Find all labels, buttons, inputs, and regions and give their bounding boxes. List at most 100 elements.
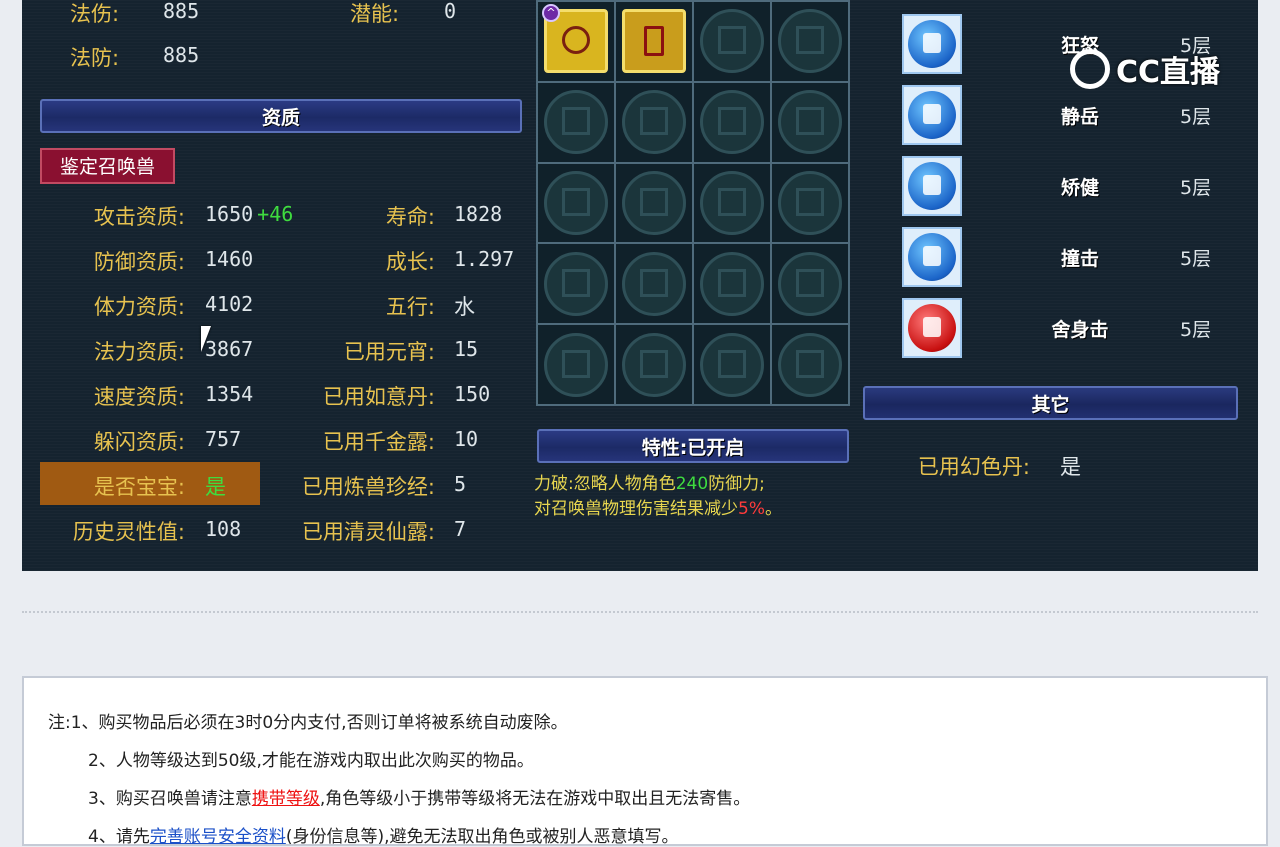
carry-level-link[interactable]: 携带等级 bbox=[252, 789, 320, 809]
spirit-history-label: 历史灵性值: bbox=[72, 520, 185, 544]
empty-skill-slot bbox=[694, 2, 770, 81]
empty-slot-icon bbox=[544, 170, 608, 235]
buff-level: 5层 bbox=[1180, 177, 1212, 199]
defense-aptitude-value: 1460 bbox=[205, 247, 254, 271]
empty-skill-slot bbox=[772, 325, 848, 404]
empty-slot-icon bbox=[544, 90, 608, 155]
speed-aptitude-value: 1354 bbox=[205, 382, 254, 406]
potential-value: 0 bbox=[444, 0, 457, 23]
empty-skill-slot bbox=[694, 244, 770, 324]
trait-description: 力破:忽略人物角色240防御力; 对召唤兽物理伤害结果减少5%。 bbox=[534, 474, 782, 519]
empty-slot-icon bbox=[622, 90, 686, 155]
used-lianshou-label: 已用炼兽珍经: bbox=[301, 475, 435, 499]
used-yuanxiao-value: 15 bbox=[454, 337, 479, 361]
empty-skill-slot bbox=[772, 163, 848, 243]
skill-slot[interactable] bbox=[616, 2, 692, 81]
notice-line-1: 注:1、购买物品后必须在3时0分内支付,否则订单将被系统自动废除。 bbox=[48, 713, 568, 733]
lifespan-label: 寿命: bbox=[385, 205, 435, 229]
dodge-aptitude-value: 757 bbox=[205, 427, 242, 451]
notice-line-2: 2、人物等级达到50级,才能在游戏内取出此次购买的物品。 bbox=[88, 751, 534, 771]
skill-grid: ^ bbox=[536, 0, 850, 406]
still-mountain-icon bbox=[902, 85, 962, 145]
buff-row: 撞击 5层 bbox=[900, 227, 1220, 289]
buff-name: 舍身击 bbox=[1051, 319, 1109, 341]
empty-slot-icon bbox=[622, 332, 686, 397]
appraise-pet-button[interactable]: 鉴定召唤兽 bbox=[40, 148, 175, 184]
attack-aptitude-value: 1650 +46 bbox=[205, 202, 294, 226]
growth-value: 1.297 bbox=[454, 247, 515, 271]
empty-skill-slot bbox=[694, 82, 770, 162]
used-lianshou-value: 5 bbox=[454, 472, 467, 496]
used-huansedan-value: 是 bbox=[1060, 455, 1081, 479]
mana-aptitude-label: 法力资质: bbox=[93, 340, 185, 364]
empty-slot-icon bbox=[778, 251, 842, 316]
buff-name: 静岳 bbox=[1060, 106, 1099, 128]
defense-aptitude-label: 防御资质: bbox=[93, 250, 185, 274]
empty-slot-icon bbox=[622, 170, 686, 235]
magic-damage-label: 法伤: bbox=[70, 2, 120, 26]
empty-slot-icon bbox=[700, 170, 764, 235]
cc-live-logo: CC直播 bbox=[1070, 46, 1220, 92]
growth-label: 成长: bbox=[385, 250, 435, 274]
empty-slot-icon bbox=[700, 90, 764, 155]
is-baby-label: 是否宝宝: bbox=[93, 475, 185, 499]
hp-aptitude-value: 4102 bbox=[205, 292, 254, 316]
used-ruyidan-value: 150 bbox=[454, 382, 491, 406]
magic-damage-value: 885 bbox=[163, 0, 200, 23]
empty-slot-icon bbox=[778, 170, 842, 235]
empty-skill-slot bbox=[616, 244, 692, 324]
buff-level: 5层 bbox=[1180, 248, 1212, 270]
empty-slot-icon bbox=[544, 251, 608, 316]
buff-level: 5层 bbox=[1180, 106, 1212, 128]
used-qingling-value: 7 bbox=[454, 517, 467, 541]
cc-logo-icon bbox=[1070, 49, 1110, 89]
empty-slot-icon bbox=[700, 251, 764, 316]
empty-skill-slot bbox=[772, 244, 848, 324]
spirit-history-value: 108 bbox=[205, 517, 242, 541]
rage-icon bbox=[902, 14, 962, 74]
empty-slot-icon bbox=[778, 90, 842, 155]
mouse-cursor-icon bbox=[201, 326, 221, 352]
skill-slot[interactable]: ^ bbox=[538, 2, 614, 81]
used-yuanxiao-label: 已用元宵: bbox=[343, 340, 435, 364]
used-qianjinlu-value: 10 bbox=[454, 427, 479, 451]
lifespan-value: 1828 bbox=[454, 202, 503, 226]
buff-row: 舍身击 5层 bbox=[900, 298, 1220, 360]
potential-label: 潜能: bbox=[350, 2, 400, 26]
dodge-aptitude-label: 躲闪资质: bbox=[93, 430, 185, 454]
empty-skill-slot bbox=[616, 163, 692, 243]
empty-slot-icon bbox=[700, 9, 764, 74]
magic-defense-label: 法防: bbox=[70, 46, 120, 70]
empty-skill-slot bbox=[538, 82, 614, 162]
empty-skill-slot bbox=[772, 82, 848, 162]
empty-skill-slot bbox=[538, 163, 614, 243]
used-qingling-label: 已用清灵仙露: bbox=[301, 520, 435, 544]
buff-level: 5层 bbox=[1180, 319, 1212, 341]
attack-aptitude-label: 攻击资质: bbox=[93, 205, 185, 229]
account-security-link[interactable]: 完善账号安全资料 bbox=[150, 827, 286, 847]
is-baby-value: 是 bbox=[205, 475, 226, 499]
empty-slot-icon bbox=[700, 332, 764, 397]
strike-icon bbox=[902, 227, 962, 287]
empty-slot-icon bbox=[778, 9, 842, 74]
empty-skill-slot bbox=[772, 2, 848, 81]
notice-line-3: 3、购买召唤兽请注意携带等级,角色等级小于携带等级将无法在游戏中取出且无法寄售。 bbox=[88, 789, 751, 809]
buff-name: 撞击 bbox=[1060, 248, 1099, 270]
empty-skill-slot bbox=[616, 325, 692, 404]
empty-slot-icon bbox=[778, 332, 842, 397]
sacrifice-strike-icon bbox=[902, 298, 962, 358]
trait-section-header: 特性:已开启 bbox=[537, 429, 849, 463]
empty-skill-slot bbox=[694, 163, 770, 243]
empty-skill-slot bbox=[538, 325, 614, 404]
empty-skill-slot bbox=[616, 82, 692, 162]
aptitude-section-header: 资质 bbox=[40, 99, 522, 133]
hp-aptitude-label: 体力资质: bbox=[93, 295, 185, 319]
skill-strike-icon bbox=[622, 9, 686, 74]
used-huansedan-label: 已用幻色丹: bbox=[917, 455, 1030, 479]
magic-defense-value: 885 bbox=[163, 43, 200, 67]
buff-row: 矫健 5层 bbox=[900, 156, 1220, 218]
speed-aptitude-label: 速度资质: bbox=[93, 385, 185, 409]
empty-skill-slot bbox=[538, 244, 614, 324]
divider bbox=[22, 611, 1258, 613]
agile-icon bbox=[902, 156, 962, 216]
